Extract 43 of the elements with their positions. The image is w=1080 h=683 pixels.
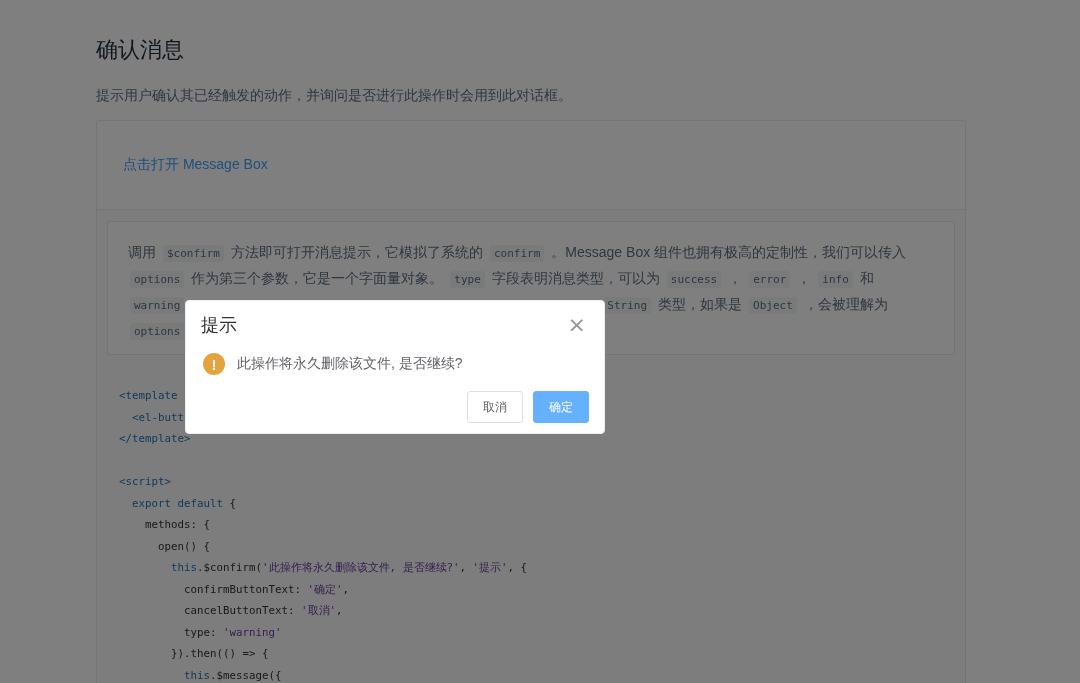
inline-code: info — [818, 270, 853, 288]
inline-code: type — [450, 270, 485, 288]
code-line: <template — [119, 388, 178, 404]
dialog-title: 提示 — [201, 314, 237, 337]
inline-code: confirm — [490, 244, 545, 262]
inline-code: Object — [749, 296, 797, 314]
code-line: type: 'warning' — [183, 624, 282, 641]
dialog-message: 此操作将永久删除该文件, 是否继续? — [237, 355, 463, 373]
confirm-button[interactable]: 确定 — [533, 391, 589, 423]
open-message-box-link[interactable]: 点击打开 Message Box — [123, 156, 268, 174]
inline-code: options — [130, 322, 185, 340]
code-line: <script> — [119, 474, 171, 490]
code-line: }).then(() => { — [170, 646, 269, 662]
close-button[interactable]: × — [563, 315, 590, 335]
description-text: ， — [728, 270, 743, 288]
code-line: </template> — [119, 431, 191, 447]
description-text: 作为第三个参数，它是一个字面量对象。 — [191, 270, 444, 288]
code-line: export default { — [131, 495, 237, 512]
inline-code: String — [603, 296, 652, 314]
description-text: 。Message Box 组件也拥有极高的定制性，我们可以传入 — [551, 244, 907, 262]
code-line: methods: { — [144, 517, 210, 533]
code-line: cancelButtonText: '取消', — [183, 603, 343, 619]
cancel-button[interactable]: 取消 — [467, 391, 523, 423]
inline-code: error — [749, 270, 791, 288]
code-line: this.$message({ — [183, 667, 282, 683]
inline-code: options — [130, 270, 185, 288]
code-line: open() { — [157, 538, 210, 555]
warning-icon: ! — [203, 353, 225, 375]
description-text: 类型，如果是 — [658, 296, 743, 314]
description-text: 方法即可打开消息提示，它模拟了系统的 — [231, 244, 483, 262]
description-text: 调用 — [128, 244, 156, 262]
description-text: ， — [797, 270, 812, 288]
inline-code: warning — [130, 296, 185, 314]
page-description: 提示用户确认其已经触发的动作，并询问是否进行此操作时会用到此对话框。 — [96, 86, 573, 105]
description-text: ，会被理解为 — [803, 296, 888, 314]
description-text: 和 — [859, 270, 874, 288]
inline-code: success — [666, 270, 722, 288]
code-line: this.$confirm('此操作将永久删除该文件, 是否继续?', '提示', { — [170, 560, 528, 576]
description-text: 字段表明消息类型，可以为 — [491, 270, 660, 288]
inline-code: $confirm — [163, 244, 224, 262]
page-title: 确认消息 — [96, 36, 185, 64]
code-line: <el-butt — [131, 409, 184, 426]
code-line: confirmButtonText: '确定', — [183, 581, 350, 598]
